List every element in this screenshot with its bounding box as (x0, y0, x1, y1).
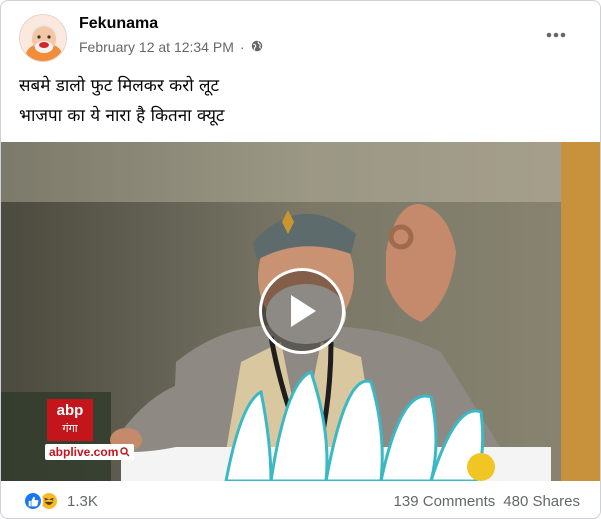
post-header: Fekunama February 12 at 12:34 PM · (1, 1, 600, 67)
reaction-count[interactable]: 1.3K (67, 493, 98, 510)
like-icon (23, 491, 43, 511)
avatar-caricature-image (20, 15, 66, 61)
comments-count[interactable]: 139 Comments (394, 493, 496, 510)
post-timestamp[interactable]: February 12 at 12:34 PM (79, 39, 234, 55)
more-options-icon[interactable] (538, 21, 574, 49)
meta-separator: · (239, 39, 245, 55)
caption-line-2: भाजपा का ये नारा है कितना क्यूट (19, 106, 225, 126)
video-thumbnail[interactable]: abp गंगा abplive.com (1, 142, 600, 481)
globe-icon[interactable] (251, 39, 263, 55)
channel-logo-bottom: गंगा (62, 422, 78, 435)
author-name[interactable]: Fekunama (79, 15, 158, 33)
post-caption: सबमे डालो फुट मिलकर करो लूट भाजपा का ये … (19, 71, 225, 131)
search-icon (120, 447, 130, 457)
reactions-summary[interactable]: 1.3K (23, 491, 98, 511)
channel-logo-top: abp (56, 402, 84, 419)
engagement-stats: 139 Comments 480 Shares (394, 493, 580, 510)
play-icon (291, 295, 316, 327)
channel-url-text: abplive.com (49, 445, 119, 459)
play-button[interactable] (259, 268, 345, 354)
facebook-post: Fekunama February 12 at 12:34 PM · सबमे … (0, 0, 601, 519)
post-meta: February 12 at 12:34 PM · (79, 39, 263, 55)
caption-line-1: सबमे डालो फुट मिलकर करो लूट (19, 76, 220, 96)
author-avatar[interactable] (19, 14, 67, 62)
channel-url: abplive.com (45, 444, 135, 460)
shares-count[interactable]: 480 Shares (503, 493, 580, 510)
channel-logo: abp गंगा (47, 399, 93, 441)
